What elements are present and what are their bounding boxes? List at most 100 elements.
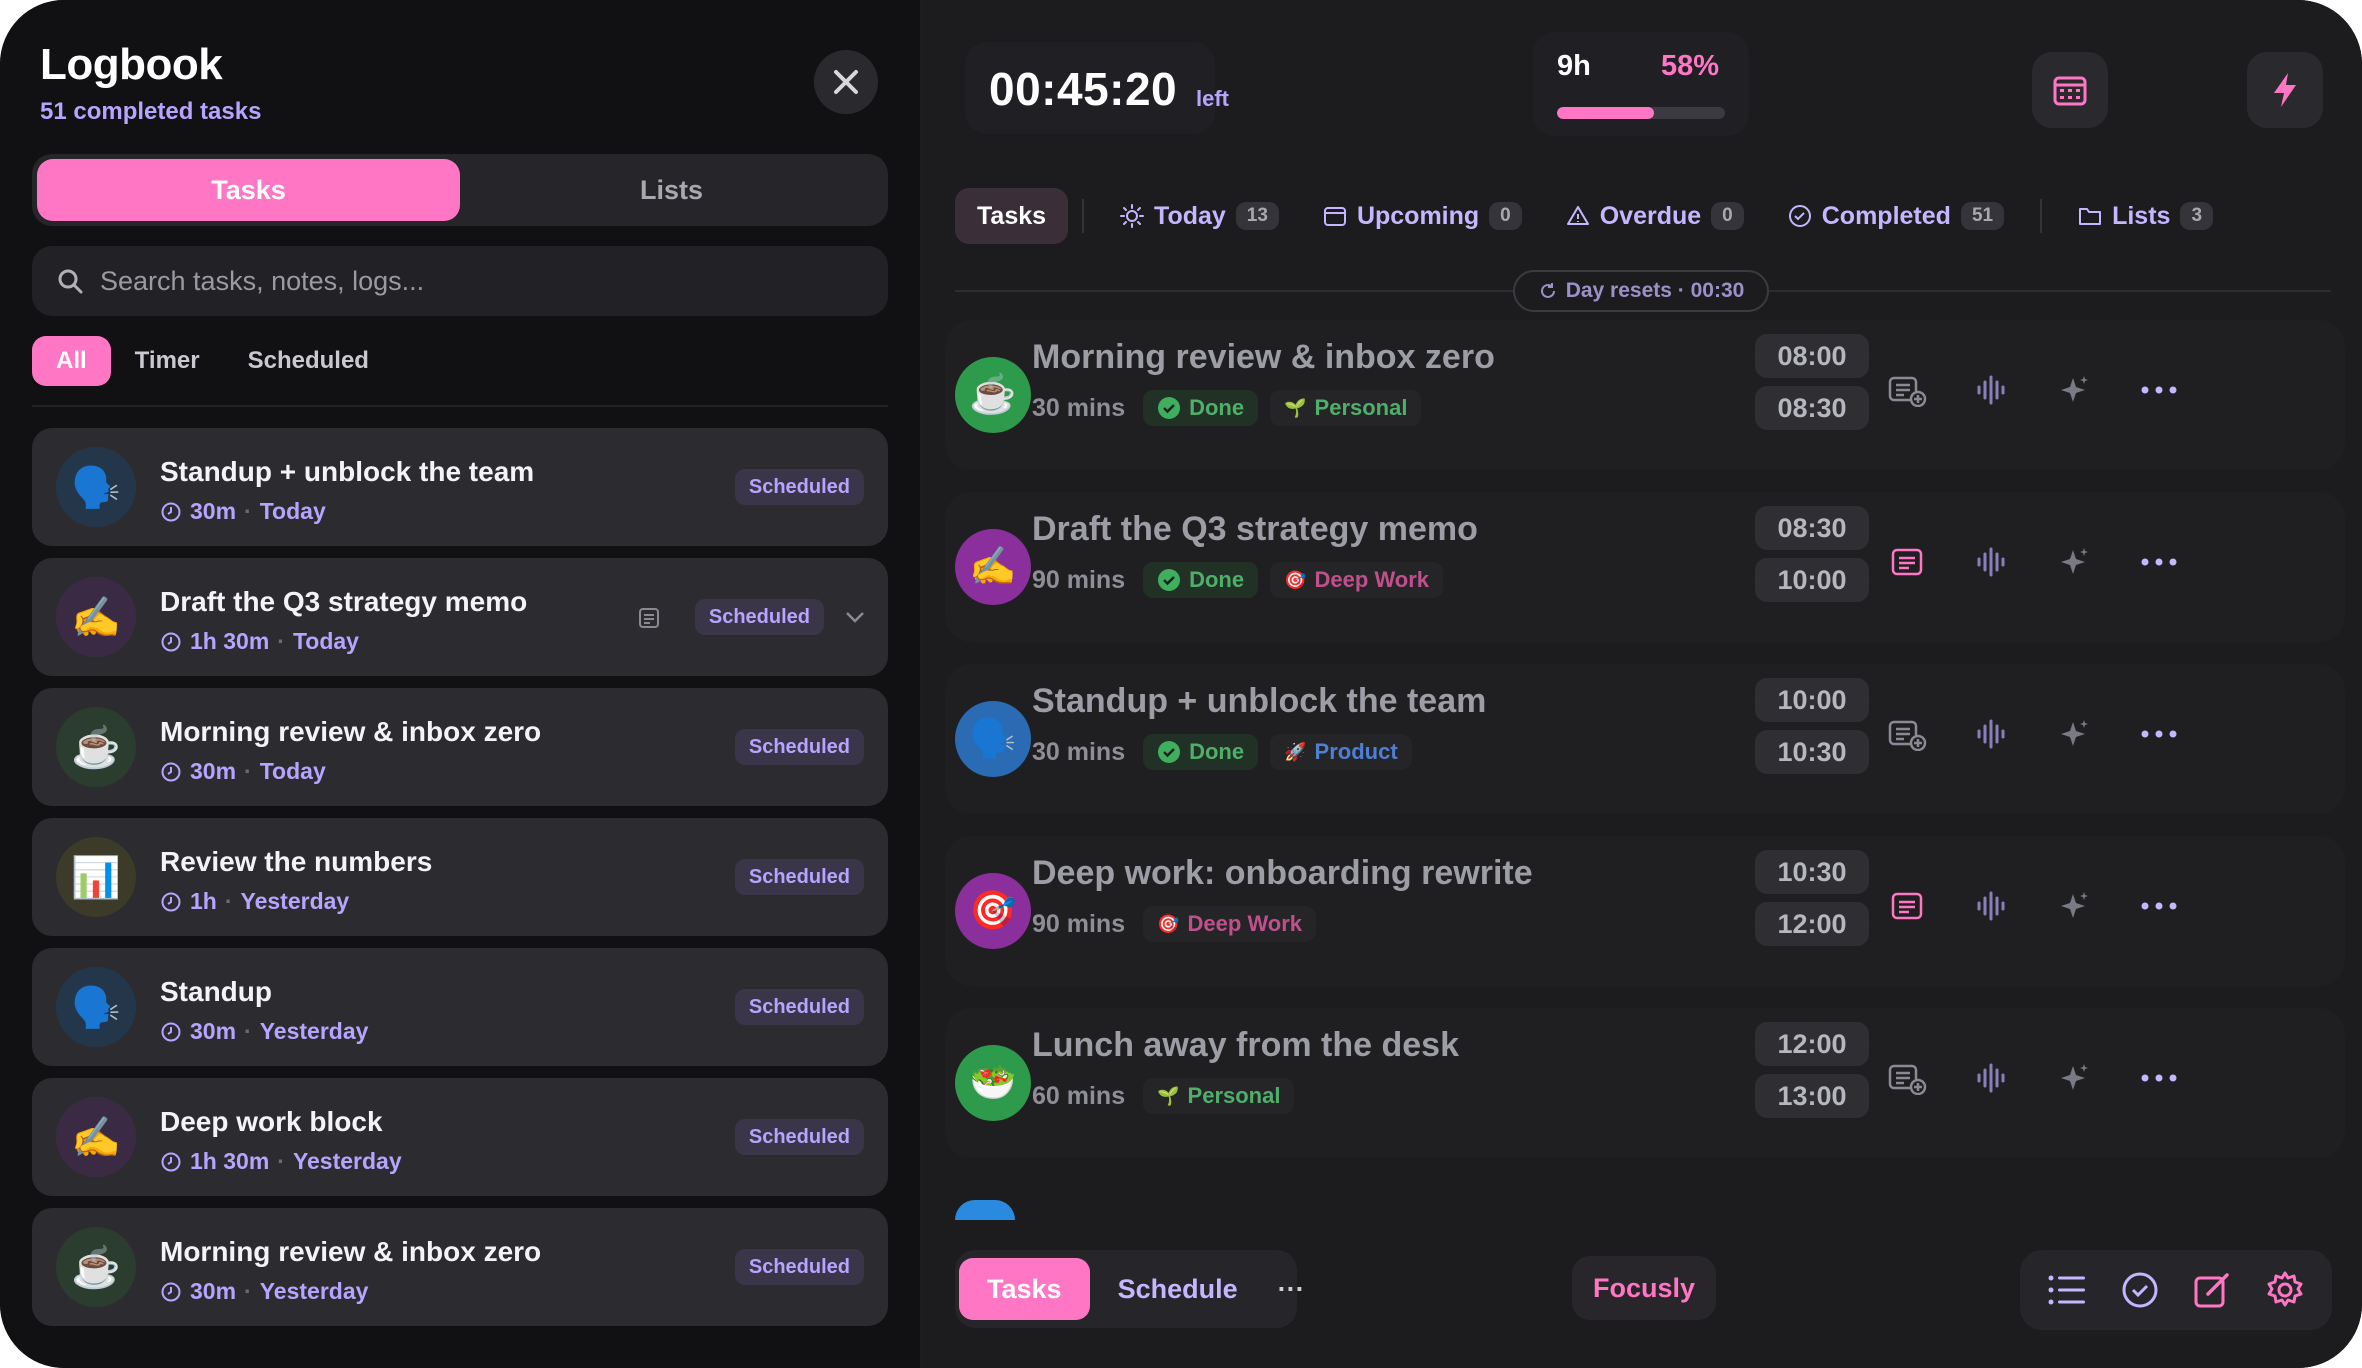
tab-lists[interactable]: Lists 3 [2056,188,2235,244]
logbook-item[interactable]: 🗣️ Standup 30m · Yesterday Scheduled [32,948,888,1066]
separator-dot: · [244,1278,252,1304]
audio-button[interactable] [1949,1056,2033,1100]
filter-all[interactable]: All [32,336,111,386]
ai-button[interactable] [2033,368,2117,412]
note-button[interactable] [1865,884,1949,928]
more-options-button[interactable] [2117,712,2201,756]
logbook-item[interactable]: ✍️ Deep work block 1h 30m · Yesterday Sc… [32,1078,888,1196]
note-button[interactable] [1865,368,1949,412]
clock-icon [161,632,181,651]
add-note-icon[interactable] [1887,1061,1927,1095]
add-note-icon[interactable] [1887,373,1927,407]
ai-button[interactable] [2033,1056,2117,1100]
task-avatar: 🗣️ [56,447,136,527]
tab-tasks[interactable]: Tasks [955,188,1069,244]
compose-icon[interactable] [2193,1271,2231,1309]
notes-icon[interactable] [1890,889,1924,923]
end-time[interactable]: 13:00 [1755,1074,1869,1118]
task-row[interactable]: ☕ Morning review & inbox zero 30 mins Do… [945,320,2345,470]
calendar-button[interactable] [2032,52,2108,128]
bottom-tab-tasks[interactable]: Tasks [959,1258,1090,1320]
audio-button[interactable] [1949,540,2033,584]
more-options-button[interactable] [2117,884,2201,928]
segment-tasks[interactable]: Tasks [37,159,460,221]
search-placeholder: Search tasks, notes, logs... [100,265,425,296]
clock-icon [161,1152,181,1171]
start-time[interactable]: 10:30 [1755,850,1869,894]
end-time[interactable]: 08:30 [1755,386,1869,430]
check-icon [1158,741,1181,763]
ai-button[interactable] [2033,884,2117,928]
start-time[interactable]: 08:00 [1755,334,1869,378]
done-badge: Done [1143,562,1259,598]
task-row[interactable]: 🎯 Deep work: onboarding rewrite 90 mins … [945,836,2345,986]
add-note-icon[interactable] [1887,717,1927,751]
tab-overdue[interactable]: Overdue 0 [1544,188,1766,244]
logbook-item[interactable]: 📊 Review the numbers 1h · Yesterday Sche… [32,818,888,936]
main-panel: 00:45:20 left 9h 58% Tasks Today 13 Upcom… [923,0,2362,1368]
start-time[interactable]: 08:30 [1755,506,1869,550]
quick-action-button[interactable] [2247,52,2323,128]
task-title: Lunch away from the desk [1032,1026,1459,1064]
more-button[interactable]: ··· [1266,1258,1317,1320]
check-circle-icon[interactable] [2121,1271,2159,1309]
end-time[interactable]: 12:00 [1755,902,1869,946]
end-time[interactable]: 10:30 [1755,730,1869,774]
tab-upcoming-label: Upcoming [1356,201,1480,230]
list-icon[interactable] [2047,1273,2087,1307]
audio-button[interactable] [1949,368,2033,412]
gear-icon[interactable] [2265,1270,2305,1310]
close-button[interactable] [814,50,878,114]
audio-button[interactable] [1949,712,2033,756]
tab-today[interactable]: Today 13 [1098,188,1301,244]
segment-lists[interactable]: Lists [460,159,883,221]
task-duration: 90 mins [1032,565,1126,594]
logbook-item[interactable]: ☕ Morning review & inbox zero 30m · Toda… [32,688,888,806]
task-avatar: 📊 [56,837,136,917]
chevron-down-icon[interactable] [844,609,866,625]
logbook-item-day: Today [259,758,326,784]
logbook-item-title: Morning review & inbox zero [160,716,542,747]
start-time[interactable]: 10:00 [1755,678,1869,722]
note-button[interactable] [1865,540,1949,584]
search-input[interactable]: Search tasks, notes, logs... [32,246,888,316]
filter-timer[interactable]: Timer [111,336,224,386]
more-options-button[interactable] [2117,1056,2201,1100]
note-button[interactable] [1865,712,1949,756]
ai-button[interactable] [2033,540,2117,584]
note-button[interactable] [1865,1056,1949,1100]
notes-icon[interactable] [1890,545,1924,579]
logbook-item[interactable]: ☕ Morning review & inbox zero 30m · Yest… [32,1208,888,1326]
task-avatar: ☕ [56,707,136,787]
tab-upcoming[interactable]: Upcoming 0 [1301,188,1544,244]
bottom-tab-schedule[interactable]: Schedule [1090,1258,1266,1320]
brand-button[interactable]: Focusly [1572,1256,1716,1320]
task-row[interactable]: ✍️ Draft the Q3 strategy memo 90 mins Do… [945,492,2345,642]
tab-completed[interactable]: Completed 51 [1766,188,2026,244]
ai-button[interactable] [2033,712,2117,756]
status-badge: Scheduled [734,859,864,895]
progress-bar [1557,107,1725,119]
notes-icon [639,608,659,628]
logbook-item[interactable]: 🗣️ Standup + unblock the team 30m · Toda… [32,428,888,546]
task-avatar: 🗣️ [955,701,1031,777]
logbook-item[interactable]: ✍️ Draft the Q3 strategy memo 1h 30m · T… [32,558,888,676]
task-avatar: ✍️ [56,577,136,657]
more-options-button[interactable] [2117,540,2201,584]
waveform-icon [1977,891,2005,921]
logbook-item-title: Draft the Q3 strategy memo [160,586,528,617]
done-label: Done [1189,567,1245,592]
logbook-item-title: Review the numbers [160,846,433,877]
filter-scheduled[interactable]: Scheduled [224,336,393,386]
tag-emoji: 🌱 [1284,397,1307,418]
status-badge: Scheduled [734,469,864,505]
task-row[interactable]: 🗣️ Standup + unblock the team 30 mins Do… [945,664,2345,814]
tab-completed-count: 51 [1960,202,2005,230]
more-options-button[interactable] [2117,368,2201,412]
ellipsis-icon [2141,1074,2177,1082]
logbook-item-title: Morning review & inbox zero [160,1236,542,1267]
task-row[interactable]: 🥗 Lunch away from the desk 60 mins 🌱 Per… [945,1008,2345,1158]
audio-button[interactable] [1949,884,2033,928]
start-time[interactable]: 12:00 [1755,1022,1869,1066]
end-time[interactable]: 10:00 [1755,558,1869,602]
